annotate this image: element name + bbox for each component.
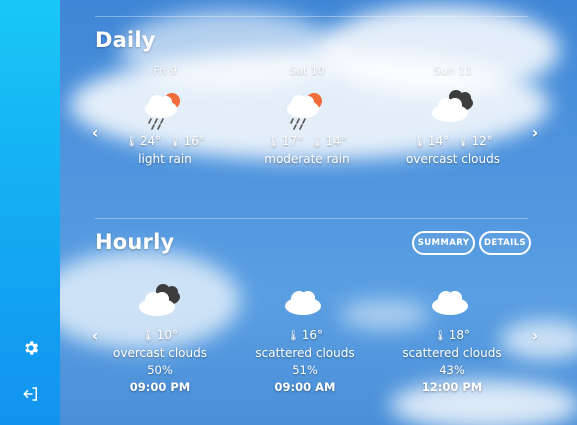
hourly-card[interactable]: 🌡 16° scattered clouds 51% 09:00 AM [240, 278, 370, 394]
daily-temps: 🌡 14° 🌡 12° [388, 134, 518, 148]
daily-desc: light rain [138, 152, 192, 166]
hourly-temp-value: 18° [448, 328, 470, 342]
hourly-desc: overcast clouds [113, 346, 207, 360]
hourly-desc: scattered clouds [402, 346, 502, 360]
sidebar [0, 0, 60, 425]
thermometer-icon: 🌡 [142, 331, 155, 342]
hourly-time: 09:00 PM [129, 380, 191, 394]
hourly-desc: scattered clouds [255, 346, 355, 360]
overcast-clouds-icon [130, 280, 190, 324]
hourly-temp-value: 10° [156, 328, 178, 342]
daily-low: 14° [325, 134, 347, 148]
hourly-temp: 🌡 18° [387, 328, 517, 342]
scattered-clouds-icon [422, 280, 482, 324]
hourly-pop: 50% [147, 363, 173, 377]
daily-card[interactable]: Sat 10 🌡 17° 🌡 14° moderate rain [242, 64, 372, 166]
daily-desc: overcast clouds [406, 152, 500, 166]
daily-date: Sat 10 [289, 64, 325, 77]
hourly-temp: 🌡 10° [95, 328, 225, 342]
daily-date: Sun 11 [433, 64, 473, 77]
thermometer-icon: 🌡 [434, 331, 447, 342]
cloud-sun-rain-icon [277, 86, 337, 130]
scattered-clouds-icon [275, 280, 335, 324]
daily-temps: 🌡 17° 🌡 14° [242, 134, 372, 148]
daily-high: 17° [281, 134, 304, 148]
daily-card[interactable]: Fri 9 🌡 24° 🌡 16° light rain [100, 64, 230, 166]
daily-next-button[interactable]: › [525, 123, 545, 142]
cloud-sun-rain-icon [135, 86, 195, 130]
details-button[interactable]: DETAILS [479, 231, 531, 255]
logout-icon [23, 387, 37, 401]
daily-title: Daily [95, 28, 156, 52]
daily-date: Fri 9 [153, 64, 177, 77]
hourly-card[interactable]: 🌡 10° overcast clouds 50% 09:00 PM [95, 278, 225, 394]
hourly-pop: 51% [292, 363, 318, 377]
hourly-next-button[interactable]: › [525, 326, 545, 345]
daily-card[interactable]: Sun 11 🌡 14° 🌡 12° overcast clouds [388, 64, 518, 166]
logout-button[interactable] [22, 385, 40, 403]
overcast-clouds-icon [423, 86, 483, 130]
summary-button[interactable]: SUMMARY [412, 231, 475, 255]
thermometer-icon: 🌡 [287, 331, 300, 342]
daily-low: 12° [471, 134, 493, 148]
daily-low: 16° [183, 134, 205, 148]
hourly-temp: 🌡 16° [240, 328, 370, 342]
settings-button[interactable] [22, 339, 40, 357]
thermometer-icon: 🌡 [267, 137, 280, 148]
daily-temps: 🌡 24° 🌡 16° [100, 134, 230, 148]
divider-top [95, 16, 528, 17]
hourly-time: 12:00 PM [421, 380, 483, 394]
hourly-time: 09:00 AM [274, 380, 336, 394]
thermometer-icon: 🌡 [456, 137, 470, 148]
thermometer-icon: 🌡 [310, 137, 324, 148]
weather-panel: Daily ‹ › Fri 9 🌡 24° 🌡 16° light rain S… [60, 0, 577, 425]
hourly-pop: 43% [439, 363, 465, 377]
gear-icon [25, 341, 39, 355]
hourly-card[interactable]: 🌡 18° scattered clouds 43% 12:00 PM [387, 278, 517, 394]
thermometer-icon: 🌡 [125, 137, 138, 148]
thermometer-icon: 🌡 [413, 137, 426, 148]
hourly-temp-value: 16° [301, 328, 323, 342]
daily-high: 24° [139, 134, 162, 148]
daily-desc: moderate rain [264, 152, 350, 166]
daily-high: 14° [427, 134, 450, 148]
hourly-title: Hourly [95, 230, 175, 254]
thermometer-icon: 🌡 [168, 137, 182, 148]
divider-middle [95, 218, 528, 219]
